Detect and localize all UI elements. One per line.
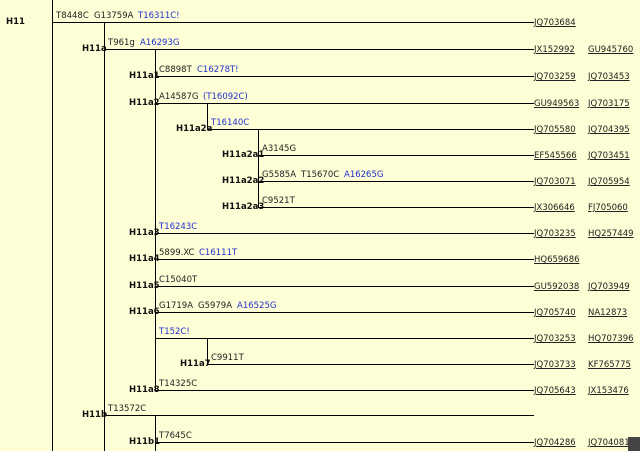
mutation-label: T16140C xyxy=(211,118,250,128)
haplogroup-label[interactable]: H11a6 xyxy=(129,307,160,317)
mutation-label: C16111T xyxy=(199,248,238,258)
haplogroup-label[interactable]: H11a2 xyxy=(129,98,160,108)
haplogroup-label[interactable]: H11a7 xyxy=(180,359,211,369)
scroll-corner[interactable] xyxy=(628,437,640,451)
haplogroup-label[interactable]: H11a8 xyxy=(129,385,160,395)
branch-line xyxy=(155,442,534,443)
branch-line xyxy=(258,181,534,182)
accession-link[interactable]: GU592038 xyxy=(534,282,579,292)
accession-link[interactable]: JQ703259 xyxy=(534,72,576,82)
branch-line xyxy=(155,390,534,391)
accession-link[interactable]: JQ705740 xyxy=(534,308,576,318)
mutation-label: G13759A xyxy=(94,11,134,21)
accession-link[interactable]: JQ704395 xyxy=(588,125,630,135)
branch-line xyxy=(155,233,534,234)
haplogroup-label[interactable]: H11a4 xyxy=(129,254,160,264)
mutation-label: T16243C xyxy=(159,222,198,232)
phylotree: H11 T8448C G13759A T16311C! JQ703684 H11a T961… xyxy=(0,0,640,451)
branch-line xyxy=(155,76,534,77)
accession-link[interactable]: JQ703071 xyxy=(534,177,576,187)
mutation-label: T152C! xyxy=(159,327,190,337)
accession-link[interactable]: JQ703684 xyxy=(534,18,576,28)
branch-line xyxy=(207,129,534,130)
mutation-label: C9521T xyxy=(262,196,295,206)
mutation-label: T7645C xyxy=(159,431,192,441)
accession-link[interactable]: HQ257449 xyxy=(588,229,634,239)
mutation-label: T8448C xyxy=(56,11,89,21)
mutation-label: A16525G xyxy=(237,301,277,311)
mutation-label: T16311C! xyxy=(138,11,180,21)
branch-line xyxy=(155,286,534,287)
branch-line xyxy=(258,207,534,208)
branch-line xyxy=(155,259,534,260)
haplogroup-label[interactable]: H11a xyxy=(82,44,107,54)
accession-link[interactable]: JQ703949 xyxy=(588,282,630,292)
accession-link[interactable]: JQ703451 xyxy=(588,151,630,161)
tree-vertical-line xyxy=(258,129,259,207)
haplogroup-label[interactable]: H11a5 xyxy=(129,281,160,291)
haplogroup-label[interactable]: H11a3 xyxy=(129,228,160,238)
branch-line xyxy=(104,49,534,50)
branch-line xyxy=(104,415,534,416)
accession-link[interactable]: JQ703235 xyxy=(534,229,576,239)
accession-link[interactable]: GU949563 xyxy=(534,99,579,109)
mutation-label: C9911T xyxy=(211,353,244,363)
accession-link[interactable]: JQ703733 xyxy=(534,360,576,370)
mutation-label: C15040T xyxy=(159,275,198,285)
accession-link[interactable]: JX152992 xyxy=(534,45,575,55)
branch-line xyxy=(52,22,534,23)
branch-line xyxy=(207,364,534,365)
accession-link[interactable]: KF765775 xyxy=(588,360,631,370)
accession-link[interactable]: JQ705954 xyxy=(588,177,630,187)
accession-link[interactable]: EF545566 xyxy=(534,151,577,161)
haplogroup-label[interactable]: H11 xyxy=(6,17,25,27)
haplogroup-label[interactable]: H11a2a2 xyxy=(222,176,264,186)
accession-link[interactable]: GU945760 xyxy=(588,45,633,55)
accession-link[interactable]: JX306646 xyxy=(534,203,575,213)
mutation-label: A3145G xyxy=(262,144,297,154)
branch-line xyxy=(155,103,534,104)
haplogroup-label[interactable]: H11b1 xyxy=(129,437,160,447)
accession-link[interactable]: JQ703175 xyxy=(588,99,630,109)
accession-link[interactable]: JX153476 xyxy=(588,386,629,396)
accession-link[interactable]: HQ707396 xyxy=(588,334,634,344)
mutation-label: T961g xyxy=(108,38,135,48)
accession-link[interactable]: JQ703453 xyxy=(588,72,630,82)
haplogroup-label[interactable]: H11a2a1 xyxy=(222,150,264,160)
branch-line xyxy=(155,312,534,313)
accession-link[interactable]: JQ703253 xyxy=(534,334,576,344)
tree-vertical-line xyxy=(52,0,53,451)
accession-link[interactable]: JQ704081 xyxy=(588,438,630,448)
mutation-label: T13572C xyxy=(108,404,147,414)
accession-link[interactable]: FJ705060 xyxy=(588,203,628,213)
mutation-label: C8898T xyxy=(159,65,192,75)
haplogroup-label[interactable]: H11b xyxy=(82,410,107,420)
mutation-label: C16278T! xyxy=(197,65,239,75)
haplogroup-label[interactable]: H11a2a xyxy=(176,124,212,134)
mutation-label: G5585A xyxy=(262,170,297,180)
mutation-label: G5979A xyxy=(198,301,233,311)
mutation-label: G1719A xyxy=(159,301,194,311)
mutation-label: 5899.XC xyxy=(159,248,195,258)
branch-line xyxy=(258,155,534,156)
haplogroup-label[interactable]: H11a2a3 xyxy=(222,202,264,212)
branch-line xyxy=(155,338,534,339)
accession-link[interactable]: NA12873 xyxy=(588,308,627,318)
accession-link[interactable]: JQ704286 xyxy=(534,438,576,448)
mutation-label: A16265G xyxy=(344,170,384,180)
mutation-label: A14587G xyxy=(159,92,199,102)
mutation-label: T14325C xyxy=(159,379,198,389)
mutation-label: A16293G xyxy=(140,38,180,48)
accession-link[interactable]: HQ659686 xyxy=(534,255,580,265)
mutation-label: (T16092C) xyxy=(203,92,248,102)
tree-vertical-line xyxy=(104,22,105,451)
accession-link[interactable]: JQ705580 xyxy=(534,125,576,135)
mutation-label: T15670C xyxy=(301,170,340,180)
accession-link[interactable]: JQ705643 xyxy=(534,386,576,396)
haplogroup-label[interactable]: H11a1 xyxy=(129,71,160,81)
